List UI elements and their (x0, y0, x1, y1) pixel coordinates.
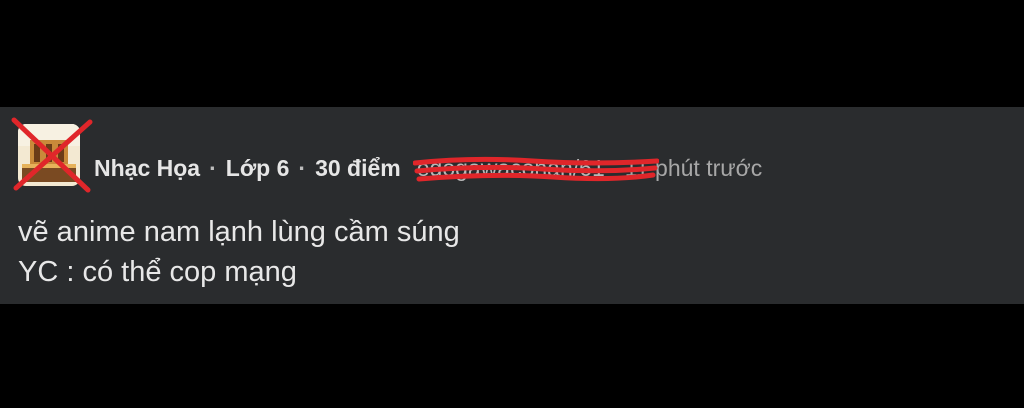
author-name[interactable]: Nhạc Họa (94, 155, 200, 182)
separator: · (298, 154, 307, 181)
question-body: vẽ anime nam lạnh lùng cầm súng YC : có … (18, 212, 460, 292)
points-label: 30 điểm (315, 154, 401, 181)
cross-out-mark (11, 117, 93, 193)
redacted-username[interactable]: edogawaconan/61 (412, 155, 659, 182)
separator: · (209, 154, 217, 181)
redaction-scribble (412, 156, 659, 181)
question-line: YC : có thể cop mạng (18, 256, 297, 288)
grade-label: Lớp 6 (225, 154, 290, 181)
post-meta: Nhạc Họa · Lớp 6 · 30 điểm edogawaconan/… (94, 151, 762, 185)
question-line: vẽ anime nam lạnh lùng cầm súng (18, 216, 460, 248)
